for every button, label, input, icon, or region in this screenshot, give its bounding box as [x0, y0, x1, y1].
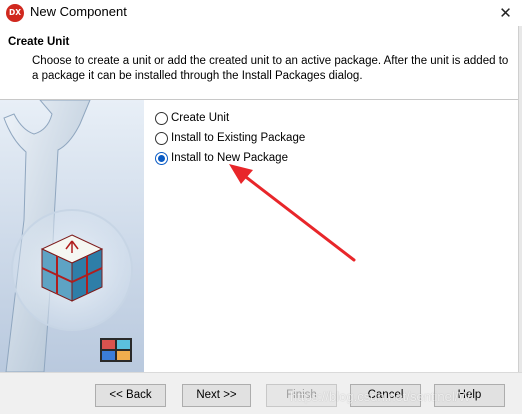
app-logo-icon: DX [6, 4, 24, 22]
option-install-existing[interactable]: Install to Existing Package [155, 128, 305, 148]
install-options: Create Unit Install to Existing Package … [155, 108, 305, 168]
install-new-radio[interactable] [155, 151, 168, 165]
wrench-cube-illustration [3, 100, 133, 372]
wizard-header: Create Unit Choose to create a unit or a… [0, 26, 522, 100]
page-title: Create Unit [8, 36, 70, 48]
title-bar: DX New Component ✕ [0, 0, 522, 26]
option-create-unit[interactable]: Create Unit [155, 108, 305, 128]
window-title: New Component [30, 4, 127, 19]
create-unit-radio[interactable] [155, 111, 168, 125]
cancel-button[interactable]: Cancel [350, 384, 421, 407]
page-description: Choose to create a unit or add the creat… [32, 55, 509, 82]
install-existing-label: Install to Existing Package [171, 132, 306, 144]
close-icon[interactable]: ✕ [489, 0, 522, 26]
help-button[interactable]: Help [434, 384, 505, 407]
back-button[interactable]: << Back [95, 384, 166, 407]
component-grid-icon [100, 338, 132, 362]
install-existing-radio[interactable] [155, 131, 168, 145]
window-right-edge [518, 26, 522, 396]
next-button[interactable]: Next >> [182, 384, 251, 407]
wizard-illustration [0, 100, 144, 372]
finish-button[interactable]: Finish [266, 384, 337, 407]
install-new-label: Install to New Package [171, 152, 288, 164]
option-install-new[interactable]: Install to New Package [155, 148, 305, 168]
create-unit-label: Create Unit [171, 112, 230, 124]
wizard-footer: << Back Next >> Finish Cancel Help https… [0, 372, 522, 414]
